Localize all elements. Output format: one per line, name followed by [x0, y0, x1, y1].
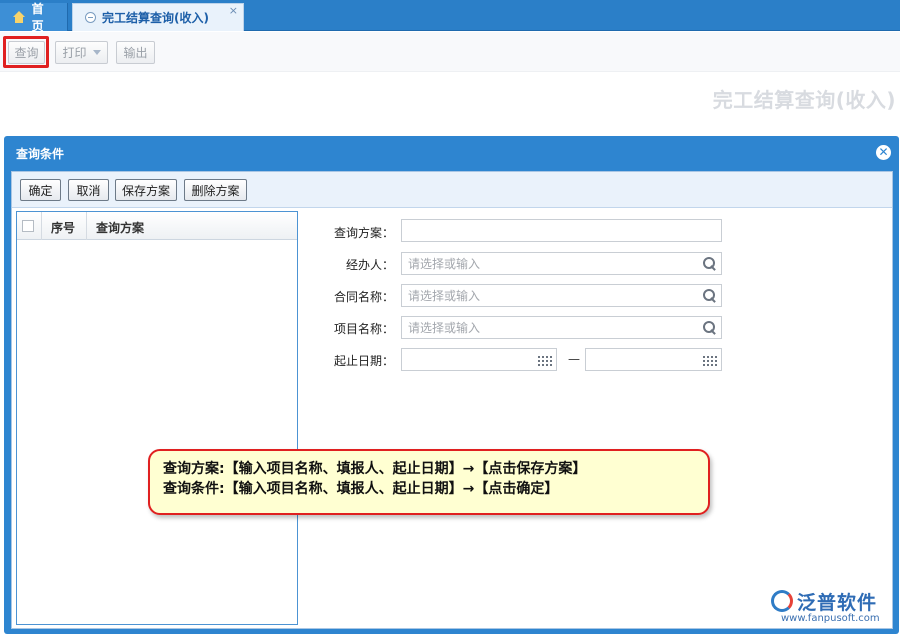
save-plan-button[interactable]: 保存方案 — [115, 179, 177, 201]
search-icon[interactable] — [703, 321, 716, 334]
contract-name-placeholder: 请选择或输入 — [408, 289, 481, 303]
project-name-placeholder: 请选择或输入 — [408, 321, 481, 335]
query-conditions-dialog: 查询条件 ✕ 确定 取消 保存方案 删除方案 序号 查询方案 查询方案： 经办人… — [4, 136, 899, 634]
ok-button[interactable]: 确定 — [20, 179, 61, 201]
instruction-callout: 查询方案:【输入项目名称、填报人、起止日期】→【点击保存方案】 查询条件:【输入… — [148, 449, 710, 515]
query-button-highlight — [3, 36, 49, 68]
tab-bar: 首页 完工结算查询(收入) × — [0, 0, 900, 33]
project-name-field[interactable]: 请选择或输入 — [401, 316, 722, 339]
main-toolbar: 查询 打印 输出 — [0, 32, 900, 72]
dialog-title: 查询条件 — [16, 147, 65, 161]
tab-home-label: 首页 — [31, 2, 44, 33]
dialog-toolbar: 确定 取消 保存方案 删除方案 — [12, 172, 892, 208]
brand-url: www.fanpusoft.com — [781, 613, 880, 624]
home-icon — [12, 11, 26, 23]
tab-settlement-query-label: 完工结算查询(收入) — [102, 11, 209, 25]
brand-logo-icon — [771, 590, 793, 612]
handler-field[interactable]: 请选择或输入 — [401, 252, 722, 275]
search-icon[interactable] — [703, 289, 716, 302]
delete-plan-button[interactable]: 删除方案 — [184, 179, 247, 201]
project-name-label: 项目名称： — [333, 322, 394, 336]
contract-name-field[interactable]: 请选择或输入 — [401, 284, 722, 307]
search-icon[interactable] — [703, 257, 716, 270]
end-date-field[interactable] — [585, 348, 722, 371]
tab-home[interactable]: 首页 — [0, 2, 68, 33]
tab-settlement-query[interactable]: 完工结算查询(收入) × — [72, 3, 244, 31]
tab-close-icon[interactable]: × — [229, 4, 238, 17]
brand-watermark: 泛普软件 www.fanpusoft.com — [767, 588, 895, 628]
export-button[interactable]: 输出 — [116, 41, 155, 64]
handler-label: 经办人： — [345, 258, 394, 272]
plan-name-label: 查询方案： — [333, 226, 394, 240]
plan-name-input[interactable] — [401, 219, 722, 242]
contract-name-label: 合同名称： — [333, 290, 394, 304]
calendar-icon[interactable] — [538, 354, 552, 366]
plan-list: 序号 查询方案 — [16, 211, 298, 625]
date-separator: — — [568, 352, 580, 366]
callout-line-conditions: 查询条件:【输入项目名称、填报人、起止日期】→【点击确定】 — [163, 481, 559, 497]
dialog-body: 确定 取消 保存方案 删除方案 序号 查询方案 查询方案： 经办人： 请选择或输… — [11, 171, 893, 629]
print-button[interactable]: 打印 — [55, 41, 108, 64]
callout-line-plan: 查询方案:【输入项目名称、填报人、起止日期】→【点击保存方案】 — [163, 461, 587, 477]
calendar-icon[interactable] — [703, 354, 717, 366]
page-title: 完工结算查询(收入) — [712, 88, 896, 112]
chevron-down-icon — [92, 50, 101, 55]
date-range-label: 起止日期： — [333, 354, 394, 368]
page-icon — [85, 12, 96, 23]
handler-placeholder: 请选择或输入 — [408, 257, 481, 271]
brand-name: 泛普软件 — [797, 592, 878, 614]
start-date-field[interactable] — [401, 348, 557, 371]
cancel-button[interactable]: 取消 — [68, 179, 109, 201]
close-icon[interactable]: ✕ — [876, 145, 891, 160]
